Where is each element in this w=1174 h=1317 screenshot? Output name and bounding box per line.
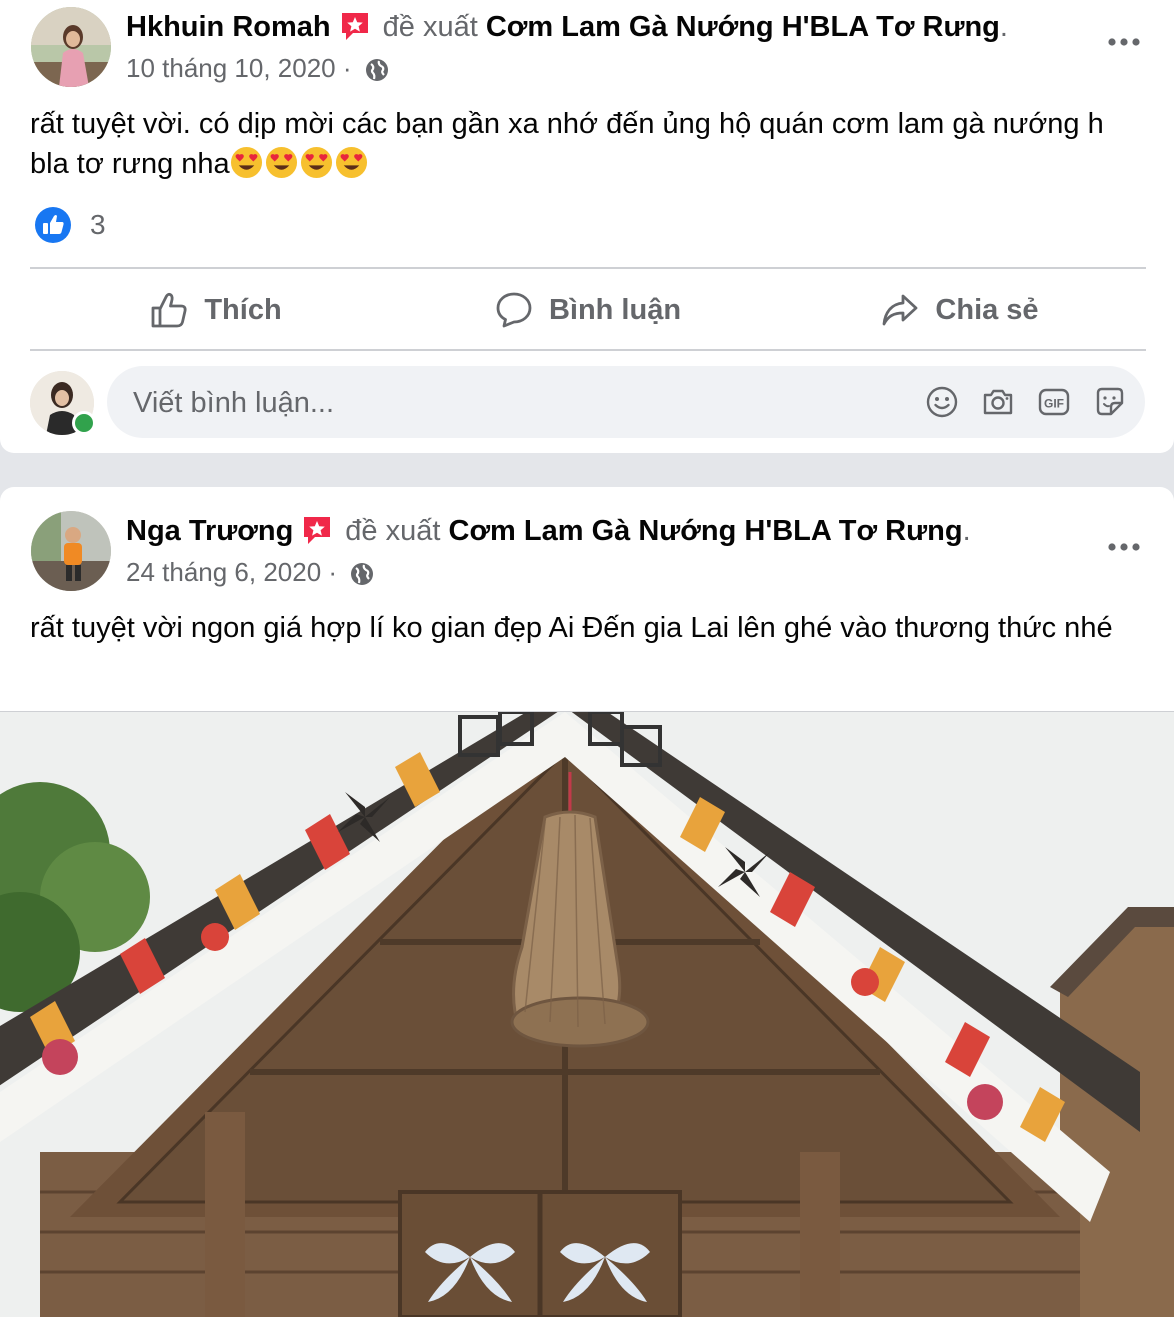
author-avatar[interactable] — [31, 511, 111, 591]
page-name[interactable]: Cơm Lam Gà Nướng H'BLA Tơ Rưng — [486, 11, 1000, 43]
recommend-verb: đề xuất — [345, 515, 441, 547]
sticker-icon[interactable] — [1093, 385, 1127, 419]
emoji-icon[interactable] — [925, 385, 959, 419]
divider — [30, 349, 1146, 351]
heart-eyes-emoji — [335, 146, 368, 190]
reaction-count: 3 — [90, 209, 106, 240]
like-label: Thích — [204, 293, 282, 326]
post-card: Hkhuin Romah đề xuất Cơm Lam Gà Nướng H'B… — [0, 0, 1174, 453]
comment-box: GIF — [107, 366, 1145, 440]
action-bar: Thích Bình luận Chia sẻ — [30, 270, 1146, 350]
divider — [30, 267, 1146, 269]
comment-input[interactable] — [131, 366, 895, 440]
post-text: rất tuyệt vời ngon giá hợp lí ko gian đẹ… — [30, 612, 1113, 644]
speech-bubble-icon — [496, 292, 532, 328]
share-button[interactable]: Chia sẻ — [774, 270, 1146, 350]
post-photo[interactable] — [0, 707, 1174, 1317]
recommend-icon — [339, 10, 371, 51]
heart-eyes-emoji — [265, 146, 298, 190]
post-card: Nga Trương đề xuất Cơm Lam Gà Nướng H'BLA… — [0, 487, 1174, 1317]
more-options-button[interactable] — [1104, 537, 1144, 557]
recommend-verb: đề xuất — [382, 11, 478, 43]
comment-label: Bình luận — [548, 293, 682, 326]
author-name[interactable]: Nga Trương — [126, 515, 293, 547]
recommend-icon — [301, 514, 333, 555]
heart-eyes-emoji — [230, 146, 263, 190]
thumbs-up-icon — [151, 292, 187, 328]
current-user-avatar[interactable] — [30, 371, 96, 435]
like-button[interactable]: Thích — [30, 270, 402, 350]
svg-text:GIF: GIF — [1044, 397, 1064, 411]
heart-eyes-emoji — [300, 146, 333, 190]
online-status-dot — [72, 411, 96, 435]
camera-icon[interactable] — [981, 385, 1015, 419]
post-date[interactable]: 24 tháng 6, 2020 — [126, 557, 321, 587]
share-label: Chia sẻ — [935, 293, 1039, 326]
post-date[interactable]: 10 tháng 10, 2020 — [126, 53, 336, 83]
globe-icon — [351, 563, 374, 585]
author-avatar[interactable] — [31, 7, 111, 87]
more-options-button[interactable] — [1104, 32, 1144, 52]
comment-button[interactable]: Bình luận — [402, 270, 774, 350]
gif-icon[interactable]: GIF — [1037, 385, 1071, 419]
comment-row: GIF — [30, 366, 1146, 440]
page-name[interactable]: Cơm Lam Gà Nướng H'BLA Tơ Rưng — [449, 515, 963, 547]
globe-icon — [365, 59, 388, 81]
reactions-summary[interactable]: 3 — [34, 206, 106, 244]
share-arrow-icon — [883, 294, 918, 326]
author-name[interactable]: Hkhuin Romah — [126, 11, 331, 43]
like-icon — [35, 207, 71, 243]
post-text: rất tuyệt vời. có dịp mời các bạn gần xa… — [30, 108, 1104, 180]
